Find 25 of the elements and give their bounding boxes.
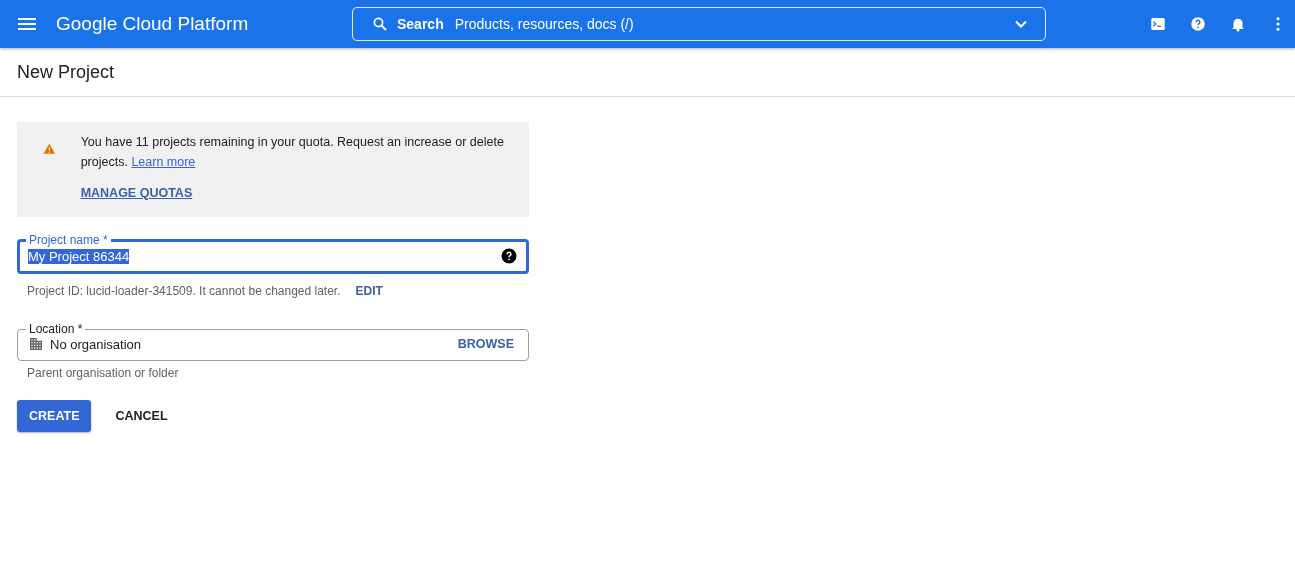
terminal-icon[interactable] [1149,15,1167,33]
search-placeholder: Products, resources, docs (/) [454,16,635,32]
manage-quotas-link[interactable]: MANAGE QUOTAS [80,186,193,200]
search-icon [371,15,389,33]
cancel-button[interactable]: CANCEL [101,400,182,432]
quota-message: You have 11 projects remaining in your quota. Request an increase or delete projects. Learn more [80,134,505,171]
field-value: No organisation [50,336,143,352]
create-button[interactable]: CREATE [17,400,92,432]
search-field[interactable]: Search Products, resources, docs (/) [352,7,1046,41]
page-title: New Project [17,61,115,83]
learn-more-link[interactable]: Learn more [131,155,196,169]
search-label: Search [397,16,444,32]
warning-icon [43,141,56,157]
browse-button[interactable]: BROWSE [457,337,514,351]
project-id-text: Project ID: lucid-loader-341509. It cannot be changed later. [27,284,341,298]
building-icon [28,336,44,352]
field-label: Project name * [28,233,109,247]
field-hint: Parent organisation or folder [27,366,180,380]
brand-title[interactable]: Google Cloud Platform [56,13,334,35]
field-value: My Project 86344 [28,248,130,264]
edit-button[interactable]: EDIT [355,284,383,298]
field-label: Location * [28,322,84,336]
help-icon[interactable] [500,247,518,265]
location-field[interactable]: Location * No organisation BROWSE [17,322,529,361]
project-name-field[interactable]: Project name * My Project 86344 [17,233,529,274]
